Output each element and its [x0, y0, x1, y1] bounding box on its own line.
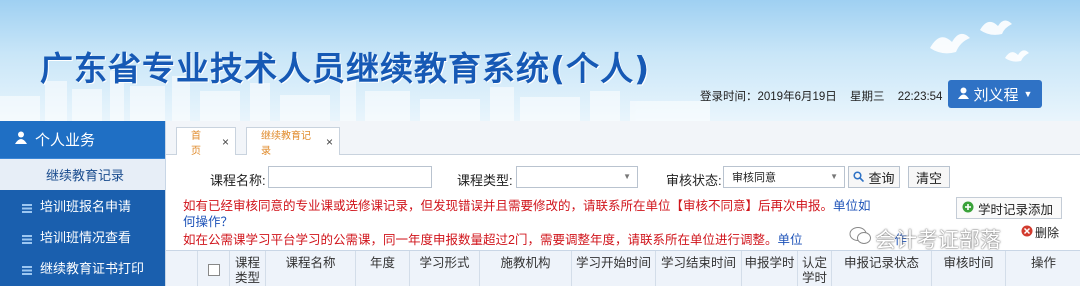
list-icon [22, 232, 32, 244]
sidebar-section-label: 个人业务 [35, 132, 96, 149]
delete-button[interactable]: 删除 [1021, 224, 1059, 241]
notice-line-1: 如有已经审核同意的专业课或选修课记录，但发现错误并且需要修改的，请联系所在单位【… [183, 199, 871, 213]
sidebar: 个人业务 继续教育记录 培训班报名申请 培训班情况查看 继续教育证书打印 [0, 121, 165, 286]
sidebar-item-certificate-print[interactable]: 继续教育证书打印 [0, 252, 165, 283]
course-name-input[interactable] [268, 166, 432, 188]
tab-home[interactable]: 首页 × [176, 127, 236, 157]
column-header[interactable]: 学习形式 [410, 251, 480, 286]
tab-label: 继续教育记录 [261, 130, 311, 157]
column-header[interactable]: 操作 [1006, 251, 1080, 286]
user-menu-button[interactable]: 刘义程 ▼ [948, 80, 1042, 108]
sidebar-item-label: 继续教育证书打印 [40, 261, 145, 276]
status-select[interactable]: 审核同意 ▼ [723, 166, 845, 188]
column-header[interactable]: 申报学时 [742, 251, 798, 286]
column-header[interactable]: 申报记录状态 [832, 251, 932, 286]
list-icon [22, 201, 32, 213]
course-name-label: 课程名称: [210, 173, 266, 188]
column-header[interactable]: 认定学时 [798, 251, 832, 286]
close-icon[interactable]: × [222, 135, 229, 149]
add-hours-record-button[interactable]: 学时记录添加 [956, 197, 1062, 219]
column-header[interactable]: 课程类型 [230, 251, 266, 286]
column-select [166, 251, 198, 286]
wechat-icon [849, 226, 871, 252]
clear-button[interactable]: 清空 [908, 166, 950, 188]
select-all-checkbox[interactable] [207, 264, 220, 276]
notice-unit-link[interactable]: 单位 [777, 233, 802, 247]
person-icon [15, 131, 27, 148]
login-info: 登录时间：2019年6月19日 星期三 22:23:54 [700, 88, 952, 104]
tab-education-records[interactable]: 继续教育记录 × [246, 127, 340, 157]
chevron-down-icon: ▼ [623, 172, 631, 181]
login-clock: 22:23:54 [897, 91, 943, 103]
notice-line-2: 如在公需课学习平台学习的公需课，同一年度申报数量超过2门，需要调整年度，请联系所… [183, 233, 907, 247]
sidebar-item-label: 培训班情况查看 [40, 230, 132, 245]
column-header[interactable]: 年度 [356, 251, 410, 286]
login-time: 登录时间：2019年6月19日 [700, 91, 837, 103]
chevron-down-icon: ▼ [1023, 89, 1033, 99]
close-icon[interactable]: × [326, 135, 333, 149]
sidebar-item-education-records[interactable]: 继续教育记录 [0, 159, 165, 190]
doves-decoration [930, 20, 1029, 62]
plus-icon [962, 201, 974, 216]
column-header[interactable]: 学习结束时间 [656, 251, 742, 286]
delete-icon [1021, 225, 1033, 240]
notice-line-1b: 何操作？ [183, 211, 233, 230]
status-value: 审核同意 [732, 172, 776, 184]
filter-bar: 课程名称: 课程类型: ▼ 审核状态: 审核同意 ▼ 查询 清空 [166, 166, 1080, 190]
select-all-column [198, 251, 230, 286]
notice-help-link-cont[interactable]: 何操作？ [183, 215, 233, 229]
main-content: 首页 × 继续教育记录 × 课程名称: 课程类型: ▼ 审核状态: 审核同意 ▼… [165, 121, 1080, 286]
sidebar-section-personal[interactable]: 个人业务 [0, 121, 165, 159]
user-name: 刘义程 [973, 86, 1019, 104]
sidebar-item-label: 继续教育记录 [46, 168, 125, 183]
tab-bar: 首页 × 继续教育记录 × [166, 121, 1080, 157]
column-header[interactable]: 审核时间 [932, 251, 1006, 286]
course-type-select[interactable]: ▼ [516, 166, 638, 188]
notice-help-link[interactable]: 单位如 [833, 199, 871, 213]
tab-label: 首页 [191, 130, 201, 157]
login-weekday: 星期三 [849, 91, 885, 103]
sidebar-item-training-signup[interactable]: 培训班报名申请 [0, 190, 165, 221]
search-icon [853, 170, 865, 185]
column-header[interactable]: 课程名称 [266, 251, 356, 286]
records-table-header: 课程类型 课程名称 年度 学习形式 施教机构 学习开始时间 学习结束时间 申报学… [166, 250, 1080, 286]
status-label: 审核状态: [666, 173, 722, 188]
app-title: 广东省专业技术人员继续教育系统(个人) [40, 49, 651, 88]
column-header[interactable]: 施教机构 [480, 251, 572, 286]
user-icon [957, 86, 969, 103]
list-icon [22, 263, 32, 275]
chevron-down-icon: ▼ [830, 172, 838, 181]
query-button[interactable]: 查询 [848, 166, 900, 188]
app-header: 广东省专业技术人员继续教育系统(个人) 登录时间：2019年6月19日 星期三 … [0, 0, 1080, 121]
sidebar-item-label: 培训班报名申请 [40, 199, 132, 214]
course-type-label: 课程类型: [457, 173, 513, 188]
column-header[interactable]: 学习开始时间 [572, 251, 656, 286]
sidebar-item-training-status[interactable]: 培训班情况查看 [0, 221, 165, 252]
